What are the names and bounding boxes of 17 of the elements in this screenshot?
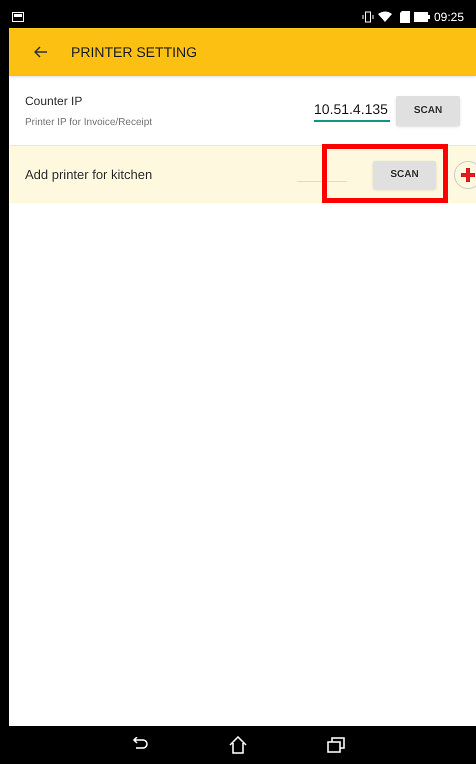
scan-button[interactable]: SCAN	[396, 96, 460, 126]
plus-icon	[461, 168, 475, 182]
sd-card-icon	[400, 11, 410, 23]
vibrate-icon	[362, 11, 374, 23]
ip-field[interactable]: 10.51.4.135	[314, 99, 390, 122]
recent-apps-icon[interactable]	[327, 737, 345, 753]
battery-icon	[414, 12, 430, 22]
wifi-icon	[378, 11, 392, 23]
kitchen-printer-label: Add printer for kitchen	[25, 166, 152, 184]
counter-ip-label: Counter IP	[25, 92, 84, 110]
scan-button[interactable]: SCAN	[373, 160, 436, 188]
page-title: PRINTER SETTING	[71, 42, 198, 62]
back-arrow-icon	[34, 46, 48, 58]
home-icon[interactable]	[229, 736, 247, 754]
counter-ip-hint: Printer IP for Invoice/Receipt	[25, 116, 154, 130]
add-button[interactable]	[454, 160, 476, 188]
clock: 09:25	[434, 9, 464, 26]
